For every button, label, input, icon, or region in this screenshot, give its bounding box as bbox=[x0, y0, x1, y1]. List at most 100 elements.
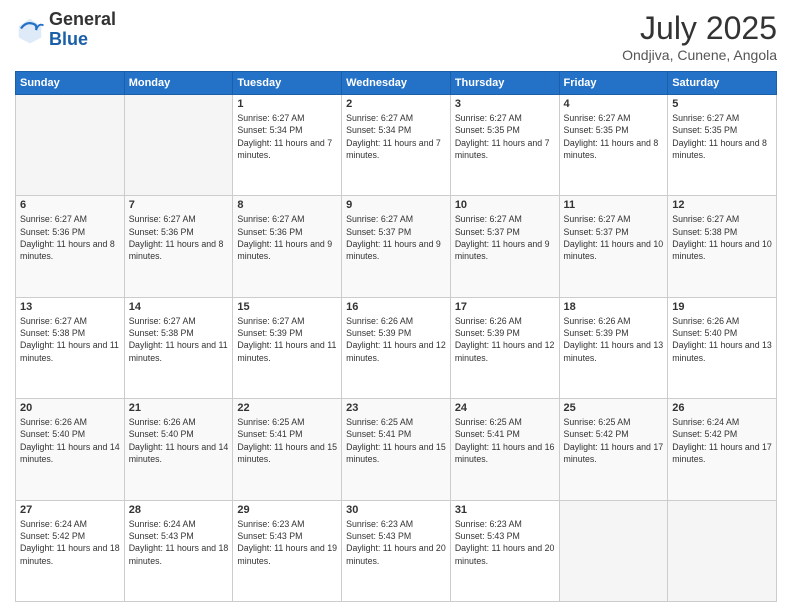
day-info: Sunrise: 6:27 AM Sunset: 5:35 PM Dayligh… bbox=[672, 112, 772, 161]
week-row-2: 6 Sunrise: 6:27 AM Sunset: 5:36 PM Daylig… bbox=[16, 196, 777, 297]
day-number: 7 bbox=[129, 199, 229, 211]
day-cell-18: 18 Sunrise: 6:26 AM Sunset: 5:39 PM Dayli… bbox=[559, 297, 668, 398]
day-number: 16 bbox=[346, 301, 446, 313]
week-row-1: 1 Sunrise: 6:27 AM Sunset: 5:34 PM Daylig… bbox=[16, 95, 777, 196]
day-cell-31: 31Sunrise: 6:23 AM Sunset: 5:43 PM Dayli… bbox=[450, 500, 559, 601]
day-number: 8 bbox=[237, 199, 337, 211]
day-number: 9 bbox=[346, 199, 446, 211]
week-row-3: 13 Sunrise: 6:27 AM Sunset: 5:38 PM Dayli… bbox=[16, 297, 777, 398]
day-info: Sunrise: 6:25 AM Sunset: 5:41 PM Dayligh… bbox=[455, 416, 555, 465]
day-cell-3: 3Sunrise: 6:27 AM Sunset: 5:35 PM Daylig… bbox=[450, 95, 559, 196]
logo-icon bbox=[15, 15, 45, 45]
day-info: Sunrise: 6:25 AM Sunset: 5:41 PM Dayligh… bbox=[346, 416, 446, 465]
day-info: Sunrise: 6:27 AM Sunset: 5:36 PM Dayligh… bbox=[129, 213, 229, 262]
day-number: 25 bbox=[564, 402, 664, 414]
day-info: Sunrise: 6:27 AM Sunset: 5:35 PM Dayligh… bbox=[455, 112, 555, 161]
day-number: 29 bbox=[237, 504, 337, 516]
day-cell-10: 10Sunrise: 6:27 AM Sunset: 5:37 PM Dayli… bbox=[450, 196, 559, 297]
empty-cell bbox=[668, 500, 777, 601]
day-info: Sunrise: 6:23 AM Sunset: 5:43 PM Dayligh… bbox=[237, 518, 337, 567]
day-number: 6 bbox=[20, 199, 120, 211]
day-info: Sunrise: 6:27 AM Sunset: 5:37 PM Dayligh… bbox=[346, 213, 446, 262]
day-number: 14 bbox=[129, 301, 229, 313]
week-row-4: 20 Sunrise: 6:26 AM Sunset: 5:40 PM Dayli… bbox=[16, 399, 777, 500]
day-number: 2 bbox=[346, 98, 446, 110]
day-number: 21 bbox=[129, 402, 229, 414]
day-cell-5: 5 Sunrise: 6:27 AM Sunset: 5:35 PM Daylig… bbox=[668, 95, 777, 196]
day-number: 27 bbox=[20, 504, 120, 516]
weekday-header-sunday: Sunday bbox=[16, 72, 125, 95]
day-info: Sunrise: 6:27 AM Sunset: 5:38 PM Dayligh… bbox=[129, 315, 229, 364]
day-cell-11: 11 Sunrise: 6:27 AM Sunset: 5:37 PM Dayli… bbox=[559, 196, 668, 297]
day-number: 24 bbox=[455, 402, 555, 414]
weekday-header-friday: Friday bbox=[559, 72, 668, 95]
weekday-header-saturday: Saturday bbox=[668, 72, 777, 95]
day-number: 22 bbox=[237, 402, 337, 414]
day-number: 5 bbox=[672, 98, 772, 110]
day-cell-28: 28 Sunrise: 6:24 AM Sunset: 5:43 PM Dayli… bbox=[124, 500, 233, 601]
day-number: 31 bbox=[455, 504, 555, 516]
day-info: Sunrise: 6:23 AM Sunset: 5:43 PM Dayligh… bbox=[346, 518, 446, 567]
day-number: 4 bbox=[564, 98, 664, 110]
day-number: 15 bbox=[237, 301, 337, 313]
title-block: July 2025 Ondjiva, Cunene, Angola bbox=[622, 10, 777, 63]
empty-cell bbox=[16, 95, 125, 196]
day-number: 26 bbox=[672, 402, 772, 414]
day-number: 30 bbox=[346, 504, 446, 516]
day-number: 11 bbox=[564, 199, 664, 211]
day-info: Sunrise: 6:27 AM Sunset: 5:37 PM Dayligh… bbox=[564, 213, 664, 262]
day-info: Sunrise: 6:27 AM Sunset: 5:37 PM Dayligh… bbox=[455, 213, 555, 262]
day-info: Sunrise: 6:26 AM Sunset: 5:39 PM Dayligh… bbox=[455, 315, 555, 364]
day-cell-22: 22 Sunrise: 6:25 AM Sunset: 5:41 PM Dayli… bbox=[233, 399, 342, 500]
day-info: Sunrise: 6:27 AM Sunset: 5:36 PM Dayligh… bbox=[237, 213, 337, 262]
day-cell-6: 6 Sunrise: 6:27 AM Sunset: 5:36 PM Daylig… bbox=[16, 196, 125, 297]
day-info: Sunrise: 6:26 AM Sunset: 5:40 PM Dayligh… bbox=[672, 315, 772, 364]
day-info: Sunrise: 6:26 AM Sunset: 5:39 PM Dayligh… bbox=[564, 315, 664, 364]
day-number: 12 bbox=[672, 199, 772, 211]
day-cell-14: 14 Sunrise: 6:27 AM Sunset: 5:38 PM Dayli… bbox=[124, 297, 233, 398]
page: General Blue July 2025 Ondjiva, Cunene, … bbox=[0, 0, 792, 612]
day-info: Sunrise: 6:24 AM Sunset: 5:43 PM Dayligh… bbox=[129, 518, 229, 567]
empty-cell bbox=[124, 95, 233, 196]
day-info: Sunrise: 6:27 AM Sunset: 5:34 PM Dayligh… bbox=[237, 112, 337, 161]
day-cell-20: 20Sunrise: 6:26 AM Sunset: 5:40 PM Dayli… bbox=[16, 399, 125, 500]
day-cell-23: 23 Sunrise: 6:25 AM Sunset: 5:41 PM Dayli… bbox=[342, 399, 451, 500]
day-number: 17 bbox=[455, 301, 555, 313]
day-cell-1: 1 Sunrise: 6:27 AM Sunset: 5:34 PM Daylig… bbox=[233, 95, 342, 196]
day-number: 23 bbox=[346, 402, 446, 414]
day-info: Sunrise: 6:27 AM Sunset: 5:38 PM Dayligh… bbox=[20, 315, 120, 364]
day-cell-4: 4 Sunrise: 6:27 AM Sunset: 5:35 PM Daylig… bbox=[559, 95, 668, 196]
weekday-header-monday: Monday bbox=[124, 72, 233, 95]
day-cell-17: 17 Sunrise: 6:26 AM Sunset: 5:39 PM Dayli… bbox=[450, 297, 559, 398]
day-info: Sunrise: 6:26 AM Sunset: 5:39 PM Dayligh… bbox=[346, 315, 446, 364]
day-info: Sunrise: 6:27 AM Sunset: 5:35 PM Dayligh… bbox=[564, 112, 664, 161]
weekday-header-row: SundayMondayTuesdayWednesdayThursdayFrid… bbox=[16, 72, 777, 95]
header: General Blue July 2025 Ondjiva, Cunene, … bbox=[15, 10, 777, 63]
day-cell-15: 15Sunrise: 6:27 AM Sunset: 5:39 PM Dayli… bbox=[233, 297, 342, 398]
day-cell-13: 13 Sunrise: 6:27 AM Sunset: 5:38 PM Dayli… bbox=[16, 297, 125, 398]
day-cell-8: 8 Sunrise: 6:27 AM Sunset: 5:36 PM Daylig… bbox=[233, 196, 342, 297]
day-number: 13 bbox=[20, 301, 120, 313]
day-cell-21: 21 Sunrise: 6:26 AM Sunset: 5:40 PM Dayli… bbox=[124, 399, 233, 500]
week-row-5: 27Sunrise: 6:24 AM Sunset: 5:42 PM Dayli… bbox=[16, 500, 777, 601]
day-info: Sunrise: 6:27 AM Sunset: 5:36 PM Dayligh… bbox=[20, 213, 120, 262]
day-number: 20 bbox=[20, 402, 120, 414]
day-cell-25: 25Sunrise: 6:25 AM Sunset: 5:42 PM Dayli… bbox=[559, 399, 668, 500]
day-info: Sunrise: 6:27 AM Sunset: 5:38 PM Dayligh… bbox=[672, 213, 772, 262]
day-number: 18 bbox=[564, 301, 664, 313]
day-cell-30: 30 Sunrise: 6:23 AM Sunset: 5:43 PM Dayli… bbox=[342, 500, 451, 601]
day-info: Sunrise: 6:26 AM Sunset: 5:40 PM Dayligh… bbox=[129, 416, 229, 465]
weekday-header-thursday: Thursday bbox=[450, 72, 559, 95]
empty-cell bbox=[559, 500, 668, 601]
day-cell-2: 2Sunrise: 6:27 AM Sunset: 5:34 PM Daylig… bbox=[342, 95, 451, 196]
logo: General Blue bbox=[15, 10, 116, 50]
day-cell-26: 26Sunrise: 6:24 AM Sunset: 5:42 PM Dayli… bbox=[668, 399, 777, 500]
location: Ondjiva, Cunene, Angola bbox=[622, 47, 777, 63]
month-title: July 2025 bbox=[622, 10, 777, 47]
day-number: 1 bbox=[237, 98, 337, 110]
day-number: 28 bbox=[129, 504, 229, 516]
day-info: Sunrise: 6:25 AM Sunset: 5:41 PM Dayligh… bbox=[237, 416, 337, 465]
logo-text: General Blue bbox=[49, 10, 116, 50]
day-cell-7: 7 Sunrise: 6:27 AM Sunset: 5:36 PM Daylig… bbox=[124, 196, 233, 297]
day-cell-9: 9 Sunrise: 6:27 AM Sunset: 5:37 PM Daylig… bbox=[342, 196, 451, 297]
